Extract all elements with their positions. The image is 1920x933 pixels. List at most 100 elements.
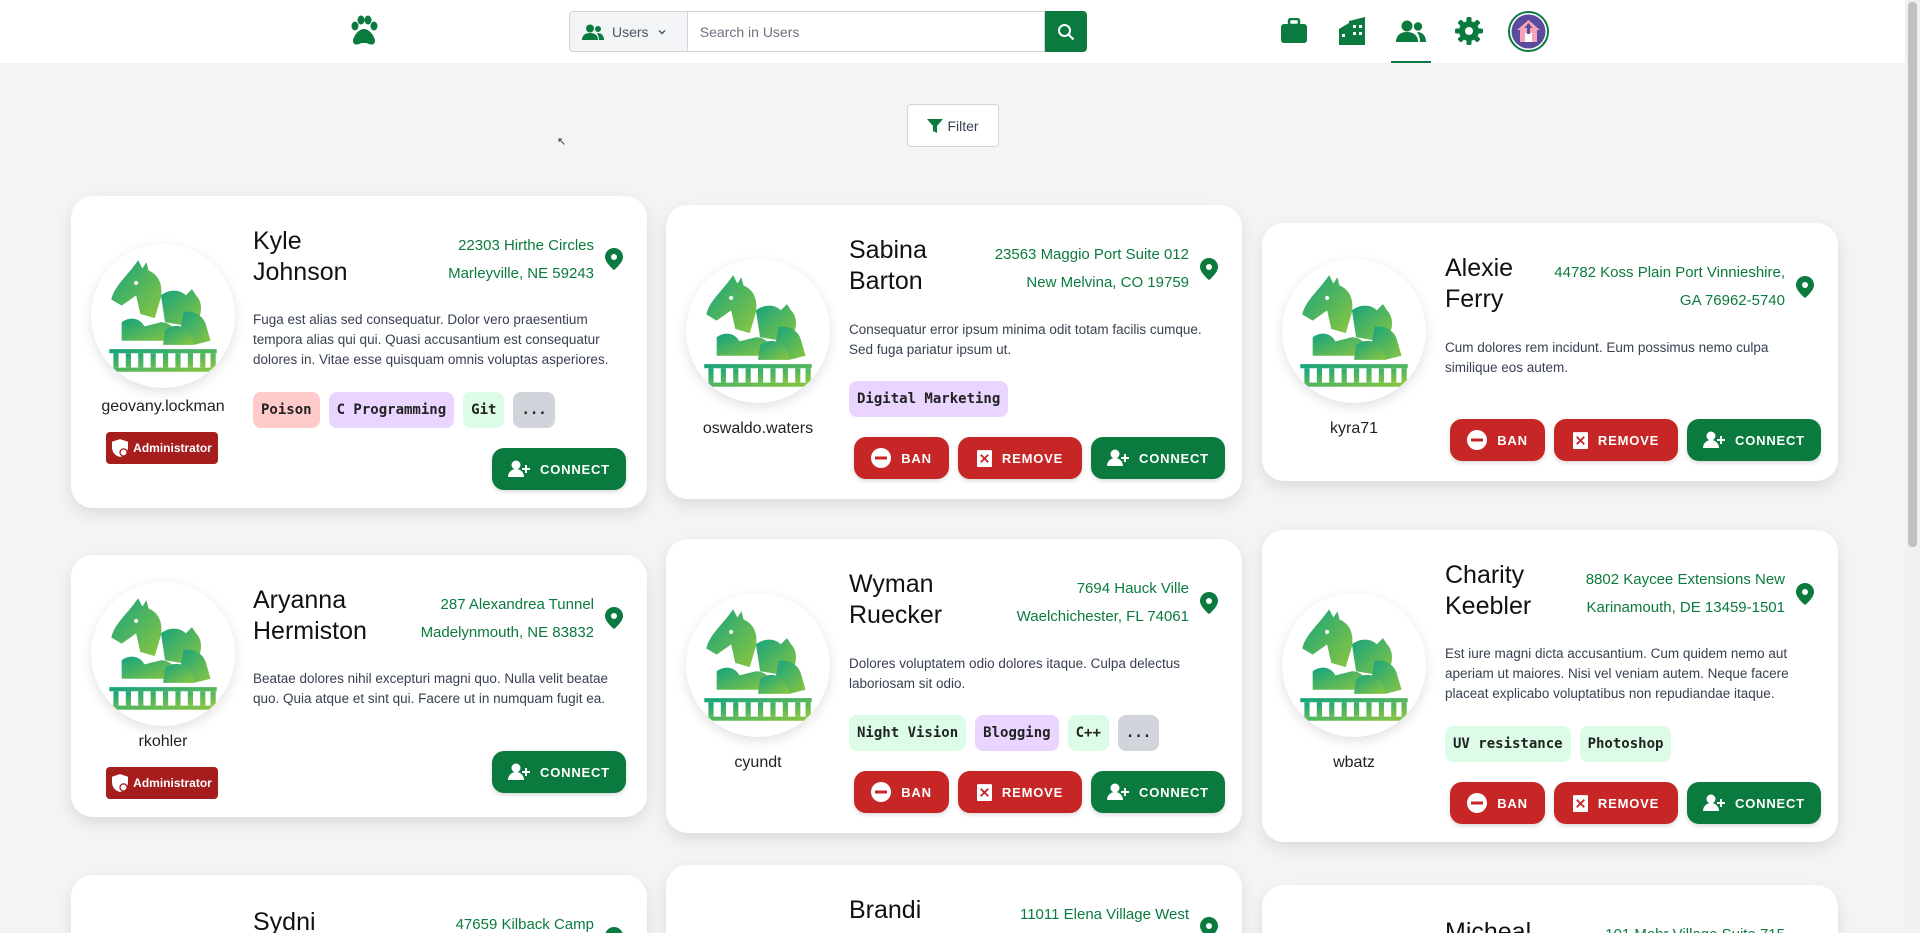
user-bio: Consequatur error ipsum minima odit tota… xyxy=(849,322,1202,357)
last-name: Johnson xyxy=(253,258,348,286)
connect-label: CONNECT xyxy=(1735,432,1805,448)
ban-button[interactable]: BAN xyxy=(1450,782,1545,824)
filter-label: Filter xyxy=(947,117,979,134)
chevron-down-icon xyxy=(658,29,666,35)
skill-tag[interactable]: UV resistance xyxy=(1445,726,1571,762)
skill-tags: UV resistance Photoshop xyxy=(1445,726,1672,762)
nav-jobs[interactable] xyxy=(1277,14,1311,48)
last-name: Ferry xyxy=(1445,285,1504,313)
connect-label: CONNECT xyxy=(540,764,610,780)
filter-button[interactable]: Filter xyxy=(907,104,999,147)
connect-button[interactable]: CONNECT xyxy=(1091,771,1225,813)
user-avatar xyxy=(686,259,830,403)
profile-avatar[interactable] xyxy=(1508,11,1549,52)
paw-logo-icon[interactable] xyxy=(347,14,381,48)
last-name: Keebler xyxy=(1445,592,1532,620)
location-pin-icon xyxy=(605,607,623,629)
user-card: geovany.lockman Administrator Kyle Johnso… xyxy=(71,196,647,508)
remove-button[interactable]: REMOVE xyxy=(1554,419,1678,461)
add-user-icon xyxy=(1107,783,1129,801)
nav-organizations[interactable] xyxy=(1335,14,1369,48)
ban-button[interactable]: BAN xyxy=(1450,419,1545,461)
skill-tag[interactable]: Photoshop xyxy=(1579,726,1672,762)
remove-icon xyxy=(977,450,992,467)
connect-label: CONNECT xyxy=(540,461,610,477)
user-card: Micheal 101 Mohr Village Suite 715 xyxy=(1262,885,1838,933)
user-card: Sydni 47659 Kilback Camp xyxy=(71,875,647,933)
user-address: 22303 Hirthe Circles Marleyville, NE 5924… xyxy=(344,232,594,288)
address-line-1: 8802 Kaycee Extensions New xyxy=(1585,571,1785,588)
skill-tags: Digital Marketing xyxy=(849,381,1009,417)
skill-tag[interactable]: Night Vision xyxy=(849,715,967,751)
scrollbar-thumb[interactable] xyxy=(1908,2,1917,547)
search-scope-dropdown[interactable]: Users xyxy=(569,11,687,52)
location-pin-icon xyxy=(1796,276,1814,298)
more-tags-button[interactable]: ... xyxy=(513,392,555,428)
connect-button[interactable]: CONNECT xyxy=(1687,782,1821,824)
ban-button[interactable]: BAN xyxy=(854,771,949,813)
remove-label: REMOVE xyxy=(1597,432,1660,448)
location-pin-icon xyxy=(1200,258,1218,280)
user-name: Alexie Ferry xyxy=(1445,253,1513,315)
connect-button[interactable]: CONNECT xyxy=(492,751,626,793)
skill-tags: Night Vision Blogging C++ ... xyxy=(849,715,1160,751)
user-card: kyra71 Alexie Ferry 44782 Koss Plain Port… xyxy=(1262,223,1838,481)
user-avatar xyxy=(686,593,830,737)
skill-tag[interactable]: Git xyxy=(463,392,505,428)
page-scrollbar[interactable] xyxy=(1905,0,1920,933)
connect-button[interactable]: CONNECT xyxy=(1091,437,1225,479)
add-user-icon xyxy=(1703,431,1725,449)
search-scope-label: Users xyxy=(612,23,649,40)
more-tags-button[interactable]: ... xyxy=(1117,715,1160,751)
skill-tag[interactable]: Blogging xyxy=(975,715,1059,751)
remove-icon xyxy=(977,784,992,801)
user-card: oswaldo.waters Sabina Barton 23563 Maggio… xyxy=(666,205,1242,499)
user-address: 7694 Hauck Ville Waelchichester, FL 74061 xyxy=(939,575,1189,631)
admin-shield-icon xyxy=(112,774,128,792)
connect-button[interactable]: CONNECT xyxy=(1687,419,1821,461)
add-user-icon xyxy=(1703,794,1725,812)
ban-button[interactable]: BAN xyxy=(854,437,949,479)
remove-button[interactable]: REMOVE xyxy=(1554,782,1678,824)
connect-button[interactable]: CONNECT xyxy=(492,448,626,490)
user-card: wbatz Charity Keebler 8802 Kaycee Extensi… xyxy=(1262,530,1838,842)
search-button[interactable] xyxy=(1045,11,1087,52)
search-input[interactable] xyxy=(686,11,1046,52)
remove-icon xyxy=(1573,795,1588,812)
admin-badge: Administrator xyxy=(106,767,218,799)
remove-button[interactable]: REMOVE xyxy=(958,437,1082,479)
user-card: rkohler Administrator Aryanna Hermiston 2… xyxy=(71,555,647,817)
user-address: 23563 Maggio Port Suite 012 New Melvina, … xyxy=(906,241,1189,297)
location-pin-icon xyxy=(605,927,623,933)
skill-tag[interactable]: Digital Marketing xyxy=(849,381,1009,417)
remove-label: REMOVE xyxy=(1001,450,1064,466)
card-actions: CONNECT xyxy=(492,448,626,490)
user-address: 8802 Kaycee Extensions New Karinamouth, D… xyxy=(1535,566,1785,622)
address-line-1: 23563 Maggio Port Suite 012 xyxy=(994,246,1189,263)
nav-settings[interactable] xyxy=(1452,14,1486,48)
user-bio: Cum dolores rem incidunt. Eum possimus n… xyxy=(1445,340,1769,375)
animals-illustration-icon xyxy=(1292,603,1416,727)
admin-label: Administrator xyxy=(133,776,212,790)
nav-users[interactable] xyxy=(1394,14,1428,48)
user-name: Charity Keebler xyxy=(1445,560,1531,622)
skill-tag[interactable]: C++ xyxy=(1067,715,1109,751)
user-name: Wyman Ruecker xyxy=(849,569,942,631)
search-icon xyxy=(1058,23,1075,40)
user-address: 101 Mohr Village Suite 715 xyxy=(1502,921,1785,933)
active-nav-indicator xyxy=(1391,61,1431,63)
user-name: Sydni xyxy=(253,907,316,933)
skill-tag[interactable]: Poison xyxy=(253,392,320,428)
address-line-1: 101 Mohr Village Suite 715 xyxy=(1502,921,1785,933)
add-user-icon xyxy=(508,460,530,478)
skill-tag[interactable]: C Programming xyxy=(328,392,455,428)
gear-icon xyxy=(1455,17,1483,45)
address-line-2: GA 76962-5740 xyxy=(1679,292,1785,309)
address-line-1: 287 Alexandrea Tunnel xyxy=(440,596,594,613)
admin-badge: Administrator xyxy=(106,432,218,464)
first-name: Charity xyxy=(1445,561,1525,589)
connect-label: CONNECT xyxy=(1735,795,1805,811)
top-header: Users xyxy=(0,0,1905,63)
remove-button[interactable]: REMOVE xyxy=(958,771,1082,813)
remove-label: REMOVE xyxy=(1597,795,1660,811)
